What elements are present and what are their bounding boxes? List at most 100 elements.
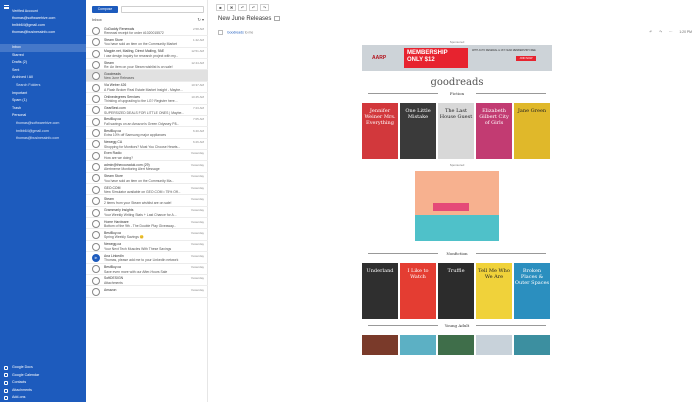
sidebar-bottom-item[interactable]: Google Calendar — [0, 372, 86, 380]
refresh-icon[interactable]: ↻ ▾ — [198, 16, 204, 23]
avatar[interactable] — [92, 49, 100, 58]
avatar[interactable] — [92, 129, 100, 138]
delete-icon[interactable]: ✖ — [227, 4, 236, 11]
list-item[interactable]: admin@thecouraduk.com (29) Alertmeme Moni… — [86, 161, 208, 173]
account-item[interactable]: tmlbb64@gmail.com — [0, 22, 86, 29]
sidebar-item[interactable]: thomas@softwarehive.com — [0, 120, 86, 128]
reply-all-icon[interactable]: ↶ — [249, 4, 258, 11]
ad-cta-button[interactable]: JOIN NOW — [516, 56, 536, 61]
avatar[interactable] — [92, 163, 100, 172]
sidebar-item[interactable]: Drafts (2) — [0, 59, 86, 67]
avatar[interactable] — [92, 197, 100, 206]
account-item[interactable]: thomas@softwarehive.com — [0, 15, 86, 22]
avatar[interactable] — [92, 242, 100, 251]
avatar[interactable] — [92, 83, 100, 92]
sidebar-item[interactable]: Spam (1) — [0, 97, 86, 105]
search-input[interactable] — [121, 6, 204, 13]
reply-icon[interactable]: ↶ — [238, 4, 247, 11]
list-item[interactable]: Home Hardware Bottom of the 9th - The Dou… — [86, 218, 208, 230]
list-item[interactable]: GEO.COM New Simulator available on GEO.CO… — [86, 184, 208, 196]
avatar[interactable] — [92, 117, 100, 126]
sidebar-item[interactable]: Starred — [0, 52, 86, 60]
list-item[interactable]: Goodreads New June Releases — [86, 70, 208, 82]
list-item[interactable]: GoDaddy Renewals Renewal receipt for orde… — [86, 25, 208, 37]
list-item[interactable]: GearBest.com SUPERSIZED DEALS FOR LITTLE … — [86, 105, 208, 116]
book-cover[interactable]: Elizabeth Gilbert City of Girls — [476, 103, 512, 159]
avatar[interactable] — [92, 151, 100, 160]
ad-image[interactable] — [415, 171, 499, 241]
list-item[interactable]: Grammarly Insights Your Weekly Writing St… — [86, 207, 208, 219]
avatar[interactable] — [92, 231, 100, 240]
book-cover[interactable]: One Little Mistake — [400, 103, 436, 159]
avatar[interactable] — [92, 265, 100, 274]
avatar[interactable] — [92, 140, 100, 149]
book-cover[interactable]: Jane Green — [514, 103, 550, 159]
book-cover[interactable] — [476, 335, 512, 355]
sidebar-item[interactable]: Personal — [0, 112, 86, 120]
forward-icon[interactable]: ↷ — [659, 30, 662, 34]
list-item[interactable]: Steam 2 items from your Steam wishlist ar… — [86, 195, 208, 207]
ad-banner[interactable]: AARP MEMBERSHIP ONLY $12 WITH AUTO RENEW… — [362, 45, 552, 71]
list-item[interactable]: Magpie.net, Mailing, Direct Mailing, 9AE… — [86, 48, 208, 60]
book-cover[interactable]: Broken Places & Outer Spaces — [514, 263, 550, 319]
select-checkbox[interactable] — [218, 30, 223, 35]
sender-name[interactable]: Goodreads — [227, 30, 244, 34]
list-item[interactable]: Onlinedegrees Services Thinking of upgrad… — [86, 93, 208, 105]
sidebar-item[interactable]: thomas@businessinfo.com — [0, 135, 86, 143]
avatar[interactable] — [92, 185, 100, 194]
sidebar-bottom-item[interactable]: Google Docs — [0, 364, 86, 372]
list-item[interactable]: Steam Store You have sold an item on the … — [86, 36, 208, 48]
list-item[interactable]: Amazon Yesterday — [86, 286, 208, 298]
forward-icon[interactable]: ↷ — [260, 4, 269, 11]
reply-icon[interactable]: ↶ — [649, 30, 652, 34]
list-item[interactable]: in Ana LinkedIn Thomas, please add me to y… — [86, 252, 208, 264]
list-item[interactable]: BestBuy.ca Spring Weekly Savings 😊 Yesterd… — [86, 229, 208, 241]
account-item[interactable]: Verified Account — [0, 8, 86, 15]
sidebar-item[interactable]: Sent — [0, 67, 86, 75]
sidebar-item[interactable]: Inbox — [0, 44, 86, 52]
account-item[interactable]: thomas@businessinfo.com — [0, 29, 86, 36]
sidebar-bottom-item[interactable]: Add-ons — [0, 394, 86, 402]
list-item[interactable]: BestBuy.ca Fall savings on an Amazon's Gr… — [86, 116, 208, 128]
avatar[interactable] — [92, 60, 100, 69]
book-cover[interactable] — [438, 335, 474, 355]
avatar[interactable] — [92, 38, 100, 47]
list-item[interactable]: BestBuy.ca Extra 10% off Samsung major ap… — [86, 127, 208, 139]
avatar[interactable] — [92, 219, 100, 228]
more-icon[interactable]: ⋯ — [669, 30, 672, 34]
list-item[interactable]: Even Radio How are we doing? Yesterday — [86, 150, 208, 162]
avatar[interactable] — [92, 94, 100, 103]
avatar[interactable] — [92, 72, 100, 81]
avatar[interactable] — [92, 174, 100, 183]
sidebar-item[interactable]: Search Folders — [0, 82, 86, 90]
book-cover[interactable]: Underland — [362, 263, 398, 319]
sidebar-bottom-item[interactable]: Attachments — [0, 387, 86, 395]
list-item[interactable]: Newegg CA Shopping for Monitors? Must You… — [86, 139, 208, 150]
compose-button[interactable]: Compose — [92, 6, 118, 13]
book-cover[interactable] — [514, 335, 550, 355]
sidebar-item[interactable]: Trash — [0, 105, 86, 113]
list-item[interactable]: Newegg.ca Your Next Tech Muscles With The… — [86, 241, 208, 253]
list-item[interactable]: Via Weber 426 A Flash Broker Real Estate … — [86, 82, 208, 94]
avatar[interactable] — [92, 276, 100, 285]
book-cover[interactable]: Truffle — [438, 263, 474, 319]
book-cover[interactable] — [400, 335, 436, 355]
goodreads-logo[interactable]: goodreads — [362, 77, 552, 89]
book-cover[interactable] — [362, 335, 398, 355]
sidebar-bottom-item[interactable]: Contacts — [0, 379, 86, 387]
avatar[interactable] — [92, 208, 100, 217]
avatar[interactable] — [92, 106, 100, 115]
book-cover[interactable]: I Like to Watch — [400, 263, 436, 319]
list-item[interactable]: Steam Store You have sold an item on the … — [86, 173, 208, 185]
sidebar-item[interactable]: Archived / All — [0, 74, 86, 82]
book-cover[interactable]: The Last House Guest — [438, 103, 474, 159]
archive-icon[interactable]: ■ — [216, 4, 225, 11]
label-icon[interactable] — [274, 16, 281, 21]
avatar[interactable]: in — [92, 253, 100, 262]
list-item[interactable]: Steam Re: An item on your Steam wishlist … — [86, 59, 208, 71]
avatar[interactable] — [92, 288, 100, 297]
sidebar-item[interactable]: tmlbb64@gmail.com — [0, 128, 86, 136]
book-cover[interactable]: Jennifer Weiner Mrs. Everything — [362, 103, 398, 159]
list-item[interactable]: SoftDESIGN Attachments Yesterday — [86, 275, 208, 287]
sidebar-item[interactable]: Important — [0, 90, 86, 98]
